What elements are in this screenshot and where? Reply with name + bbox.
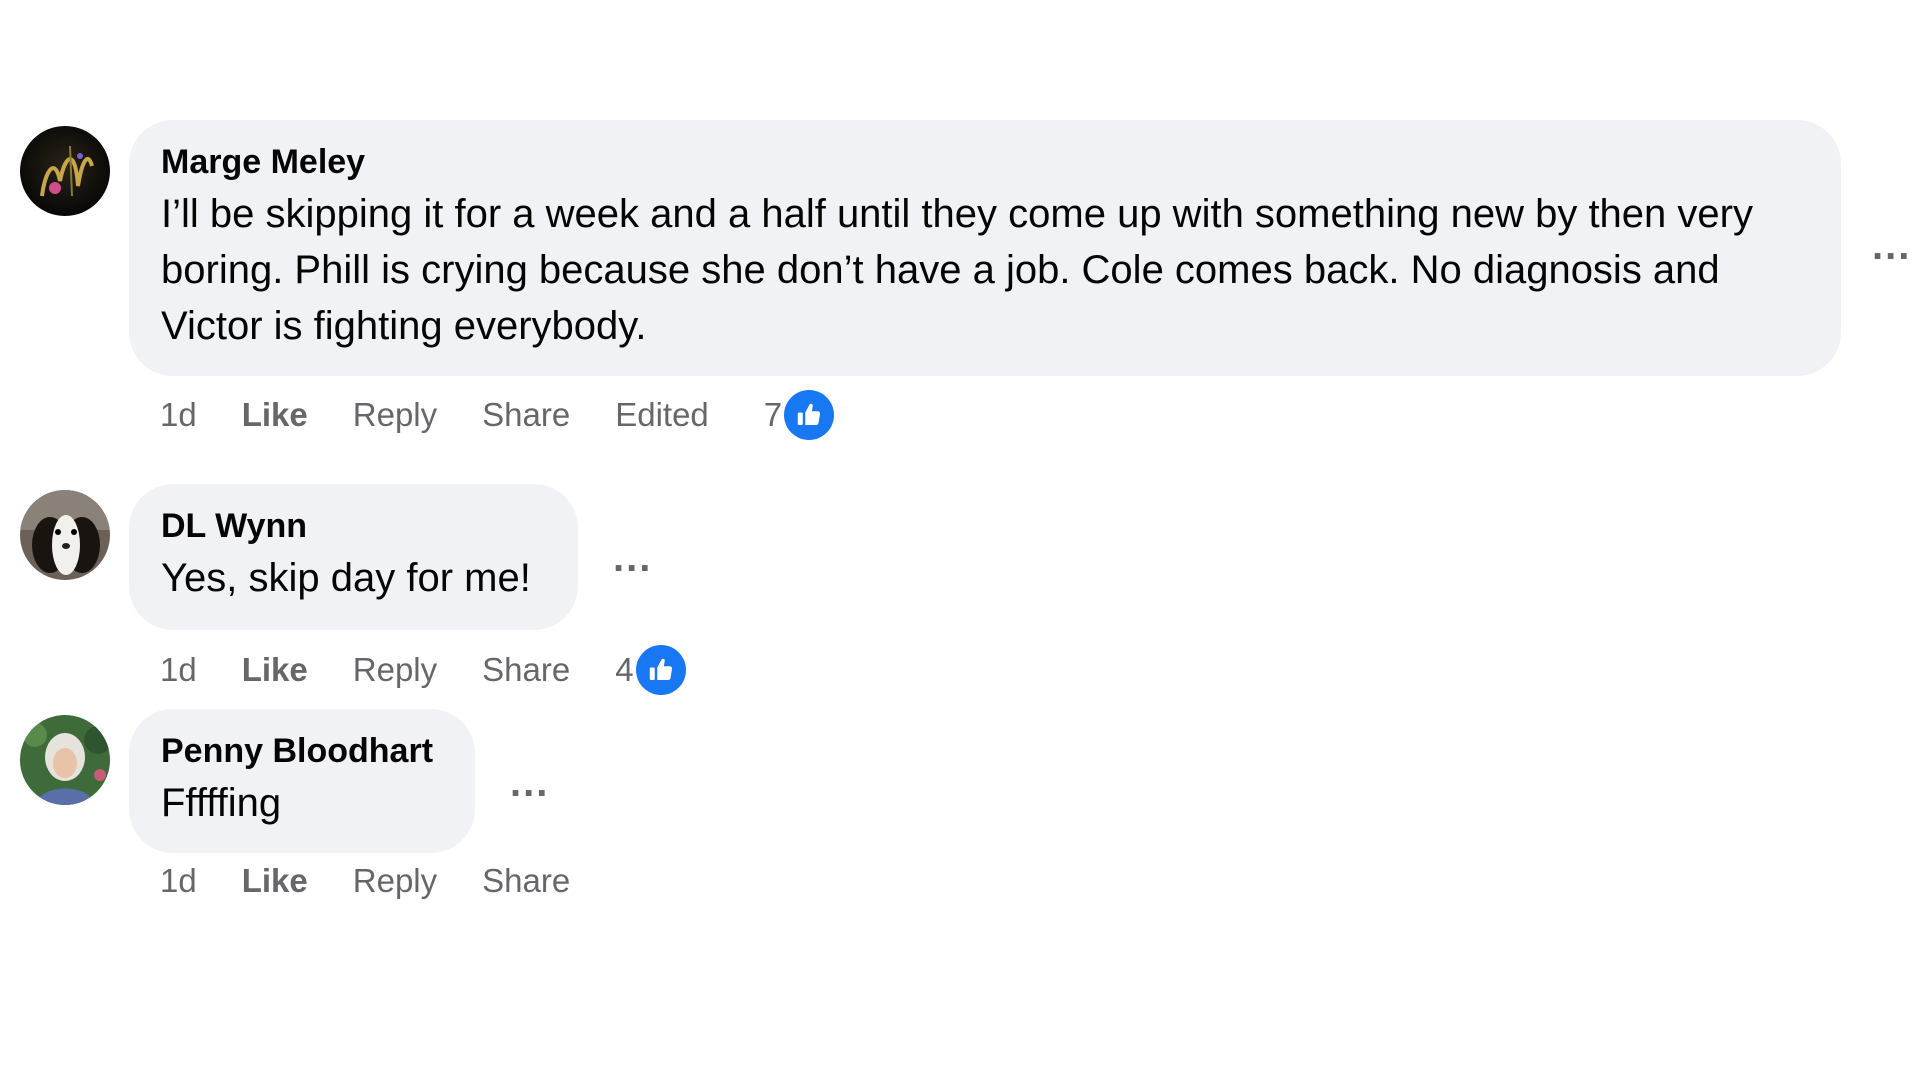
comment-bubble: DL Wynn Yes, skip day for me!	[129, 484, 578, 630]
more-options-button[interactable]: ...	[1872, 226, 1911, 266]
comment-timestamp[interactable]: 1d	[160, 861, 197, 901]
comment-actions: 1d Like Reply Share Edited 7	[160, 390, 835, 440]
decorative-letter-m-avatar-icon	[20, 126, 110, 216]
like-button[interactable]: Like	[242, 650, 308, 690]
share-button[interactable]: Share	[482, 650, 570, 690]
comment-author[interactable]: DL Wynn	[161, 506, 546, 546]
comment-text: Yes, skip day for me!	[161, 556, 531, 600]
comment-author[interactable]: Penny Bloodhart	[161, 731, 443, 771]
reaction-count: 7	[763, 396, 783, 433]
comment-text: Fffffing	[161, 781, 282, 825]
reply-button[interactable]: Reply	[353, 861, 437, 901]
person-photo-avatar-icon	[20, 715, 110, 805]
comment-actions: 1d Like Reply Share 4	[160, 645, 686, 695]
avatar[interactable]	[20, 715, 110, 805]
thumbs-up-icon	[635, 645, 686, 695]
reply-button[interactable]: Reply	[353, 650, 437, 690]
edited-label: Edited	[615, 396, 709, 433]
reaction-summary[interactable]: 7	[763, 390, 835, 440]
thumbs-up-icon	[784, 390, 835, 440]
share-button[interactable]: Share	[482, 861, 570, 901]
comment-timestamp[interactable]: 1d	[160, 650, 197, 690]
reply-button[interactable]: Reply	[353, 395, 437, 435]
share-button[interactable]: Share	[482, 395, 570, 435]
avatar[interactable]	[20, 490, 110, 580]
comment-bubble: Penny Bloodhart Fffffing	[129, 709, 475, 853]
like-button[interactable]: Like	[242, 861, 308, 901]
comment-text: I’ll be skipping it for a week and a hal…	[161, 192, 1753, 348]
comment-author[interactable]: Marge Meley	[161, 142, 1809, 182]
comment-thread: Marge Meley I’ll be skipping it for a we…	[0, 0, 1920, 1080]
comment-bubble: Marge Meley I’ll be skipping it for a we…	[129, 120, 1841, 376]
avatar[interactable]	[20, 126, 110, 216]
more-options-button[interactable]: ...	[510, 763, 549, 803]
comment-actions: 1d Like Reply Share	[160, 861, 615, 901]
reaction-count: 4	[615, 651, 634, 688]
reaction-summary[interactable]: 4	[615, 645, 686, 695]
dog-photo-avatar-icon	[20, 490, 110, 580]
like-button[interactable]: Like	[242, 395, 308, 435]
comment-timestamp[interactable]: 1d	[160, 395, 197, 435]
more-options-button[interactable]: ...	[613, 538, 652, 578]
